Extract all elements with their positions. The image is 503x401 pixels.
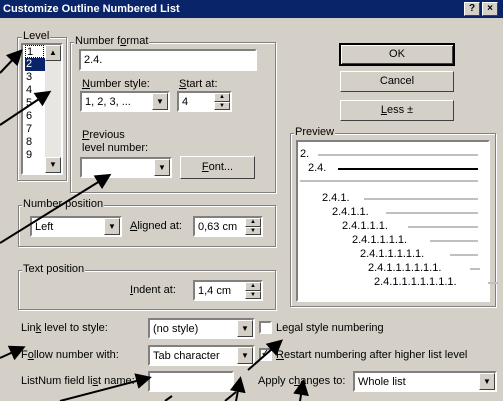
annotation-arrow-previous — [0, 173, 112, 244]
annotation-arrow-apply — [293, 379, 309, 401]
annotation-arrow-restart — [247, 339, 284, 371]
dialog: Customize Outline Numbered List ? × Leve… — [0, 0, 503, 401]
annotation-arrow-follow — [0, 345, 26, 361]
annotation-arrow-listnum-field — [229, 376, 246, 401]
annotation-arrow-listnum — [59, 373, 152, 401]
annotation-arrow-listbox — [0, 90, 52, 126]
annotation-arrows — [0, 49, 309, 401]
annotation-arrow-level — [0, 49, 23, 74]
annotation-arrow-small — [164, 395, 173, 401]
annotation-arrow-small-2 — [224, 391, 237, 401]
